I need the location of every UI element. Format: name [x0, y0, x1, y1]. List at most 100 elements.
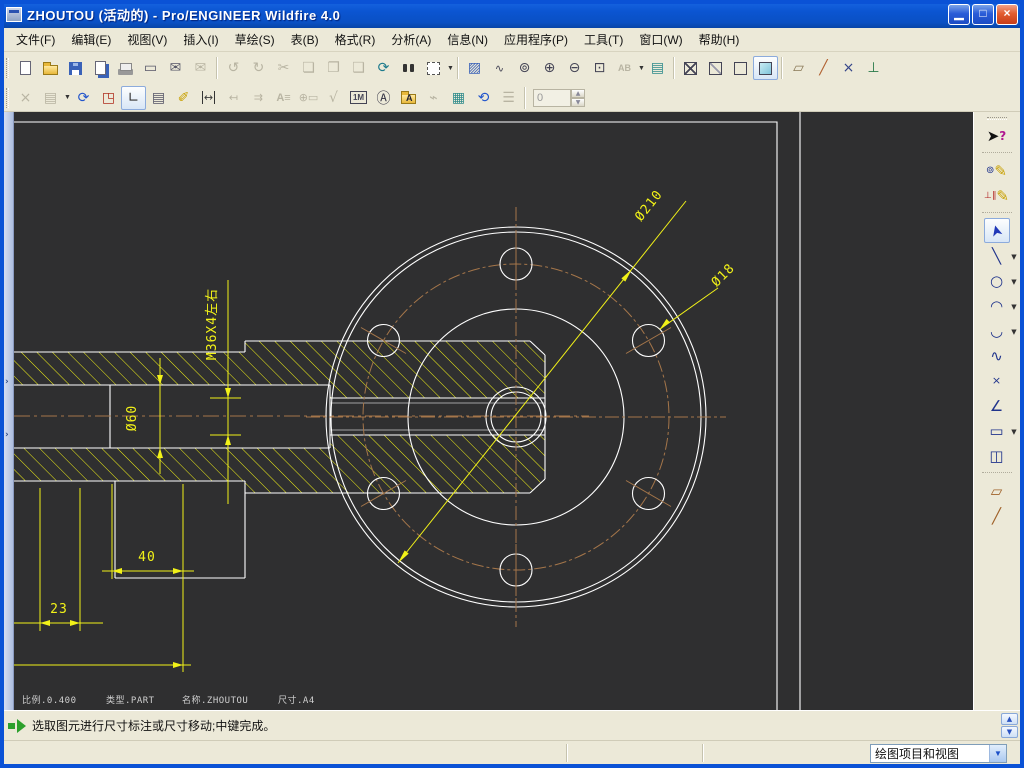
zoom-in-icon[interactable]: ⊕: [537, 56, 562, 80]
undo-icon[interactable]: ↺: [221, 56, 246, 80]
chevron-down-icon[interactable]: ▼: [1011, 428, 1018, 436]
find-icon[interactable]: [396, 56, 421, 80]
update-tables-icon[interactable]: ⟲: [471, 86, 496, 110]
lock-view-movement-icon[interactable]: ∟: [121, 85, 146, 110]
insert-note-icon[interactable]: A≡: [271, 86, 296, 110]
paste-icon[interactable]: ❐: [321, 56, 346, 80]
line-tool-icon[interactable]: ╲ ▼: [984, 243, 1017, 268]
layers-icon[interactable]: ▤: [645, 56, 670, 80]
menu-table[interactable]: 表(B): [283, 28, 327, 51]
chevron-down-icon[interactable]: ▼: [1011, 253, 1018, 261]
dim-bore-dia[interactable]: Ø60: [125, 405, 140, 431]
save-icon[interactable]: [63, 56, 88, 80]
selection-buffer-icon[interactable]: [421, 56, 446, 80]
insert-gtol-icon[interactable]: ⊕▭: [296, 86, 321, 110]
use-edge-tool-icon[interactable]: ◫: [984, 443, 1010, 468]
surface-finish-icon[interactable]: √: [321, 86, 346, 110]
title-bar[interactable]: ZHOUTOU (活动的) - Pro/ENGINEER Wildfire 4.…: [0, 0, 1024, 28]
menu-sketch[interactable]: 草绘(S): [227, 28, 283, 51]
csys-display-icon[interactable]: ⊥: [861, 56, 886, 80]
edit-annotations-icon[interactable]: ✐: [171, 86, 196, 110]
spin-center-icon[interactable]: ∿: [487, 56, 512, 80]
spinner-up-icon[interactable]: ▲: [571, 88, 585, 98]
chamfer-tool-icon[interactable]: ∠: [984, 393, 1010, 418]
copy-icon[interactable]: ❏: [296, 56, 321, 80]
circle-tool-icon[interactable]: ○ ▼: [984, 268, 1017, 293]
mail-link-icon[interactable]: ✉: [188, 56, 213, 80]
erase-display-icon[interactable]: ▭: [138, 56, 163, 80]
app-icon[interactable]: [6, 6, 22, 22]
sash-open-icon[interactable]: ›: [5, 377, 9, 387]
toolbar-grip[interactable]: [6, 58, 9, 78]
chevron-down-icon[interactable]: ▼: [1011, 303, 1018, 311]
xsec-region-icon[interactable]: ▱: [984, 478, 1010, 503]
refit-icon[interactable]: ⊡: [587, 56, 612, 80]
maximize-button[interactable]: □: [972, 3, 994, 25]
symbol-gallery-icon[interactable]: [396, 86, 421, 110]
select-icon[interactable]: ➤: [983, 218, 1010, 243]
chevron-down-icon[interactable]: ▼: [447, 65, 454, 72]
spinner-down-icon[interactable]: ▼: [571, 97, 585, 107]
flange-view[interactable]: Ø210 Ø18: [306, 187, 738, 627]
chevron-down-icon[interactable]: ▼: [1011, 328, 1018, 336]
menu-edit[interactable]: 编辑(E): [63, 28, 119, 51]
rename-icon[interactable]: AB: [612, 56, 637, 80]
sash-open-icon[interactable]: ›: [5, 430, 9, 440]
menu-file[interactable]: 文件(F): [8, 28, 63, 51]
close-button[interactable]: ×: [996, 3, 1018, 25]
sketch-references-icon[interactable]: ⊚ ✎: [984, 158, 1010, 183]
menu-info[interactable]: 信息(N): [439, 28, 496, 51]
drawing-sheet[interactable]: Ø60 M36X4左右 40 23 Ø210 Ø18 比例.0.400 类型.P…: [14, 112, 973, 710]
chevron-down-icon[interactable]: ▼: [989, 745, 1006, 762]
paste-special-icon[interactable]: ❑: [346, 56, 371, 80]
message-scroll-up[interactable]: ▲: [1001, 713, 1018, 725]
shaded-display-icon[interactable]: [753, 56, 778, 80]
table-properties-icon[interactable]: ☰: [496, 86, 521, 110]
chevron-down-icon[interactable]: ▼: [64, 94, 71, 101]
delete-icon[interactable]: ×: [13, 86, 38, 110]
datum-plane-display-icon[interactable]: ▱: [786, 56, 811, 80]
insert-ref-dimension-icon[interactable]: ↤: [221, 86, 246, 110]
no-hidden-display-icon[interactable]: [728, 56, 753, 80]
point-tool-icon[interactable]: ×: [984, 368, 1010, 393]
group-list-icon[interactable]: ▤: [38, 86, 63, 110]
navigator-sash[interactable]: › ›: [4, 112, 14, 710]
redo-icon[interactable]: ↻: [246, 56, 271, 80]
table-grid-icon[interactable]: ▦: [446, 86, 471, 110]
menu-help[interactable]: 帮助(H): [691, 28, 748, 51]
insert-sheet-icon[interactable]: ◳: [96, 86, 121, 110]
point-display-icon[interactable]: ×: [836, 56, 861, 80]
message-scroll-down[interactable]: ▼: [1001, 726, 1018, 738]
filter-combobox[interactable]: 绘图项目和视图 ▼: [870, 744, 1007, 763]
minimize-button[interactable]: ▁: [948, 3, 970, 25]
chevron-down-icon[interactable]: ▼: [638, 65, 645, 72]
insert-balloon-icon[interactable]: Ⓐ: [371, 86, 396, 110]
rect-tool-icon[interactable]: ▭ ▼: [984, 418, 1016, 443]
reorient-view-icon[interactable]: ⊚: [512, 56, 537, 80]
save-a-copy-icon[interactable]: [88, 56, 113, 80]
insert-dimension-icon[interactable]: ↔: [196, 86, 221, 110]
send-mail-icon[interactable]: ✉: [163, 56, 188, 80]
hidden-line-display-icon[interactable]: [703, 56, 728, 80]
print-icon[interactable]: [113, 56, 138, 80]
open-file-icon[interactable]: [38, 56, 63, 80]
menu-format[interactable]: 格式(R): [327, 28, 384, 51]
menu-window[interactable]: 窗口(W): [631, 28, 690, 51]
regenerate-icon[interactable]: ⟳: [371, 56, 396, 80]
dim-outer-dia-label[interactable]: Ø210: [632, 187, 666, 224]
drawing-canvas[interactable]: Ø60 M36X4左右 40 23 Ø210 Ø18 比例.0.400 类型.P…: [14, 112, 973, 710]
menu-applications[interactable]: 应用程序(P): [496, 28, 576, 51]
custom-symbol-icon[interactable]: ⌁: [421, 86, 446, 110]
insert-ordinate-dimension-icon[interactable]: ⇉: [246, 86, 271, 110]
arc-tool-icon[interactable]: ◠ ▼: [984, 293, 1017, 318]
sketch-constraints-icon[interactable]: ⊥∥ ✎: [984, 183, 1010, 208]
dim-length-23[interactable]: 23: [50, 602, 68, 617]
new-file-icon[interactable]: [13, 56, 38, 80]
dimension-text-icon[interactable]: 1M: [346, 86, 371, 110]
datum-axis-display-icon[interactable]: ╱: [811, 56, 836, 80]
toolbar-grip[interactable]: [986, 117, 1007, 120]
menu-tools[interactable]: 工具(T): [576, 28, 631, 51]
fillet-tool-icon[interactable]: ◡ ▼: [984, 318, 1017, 343]
update-sheets-icon[interactable]: ⟳: [71, 86, 96, 110]
toolbar-grip[interactable]: [6, 87, 9, 108]
